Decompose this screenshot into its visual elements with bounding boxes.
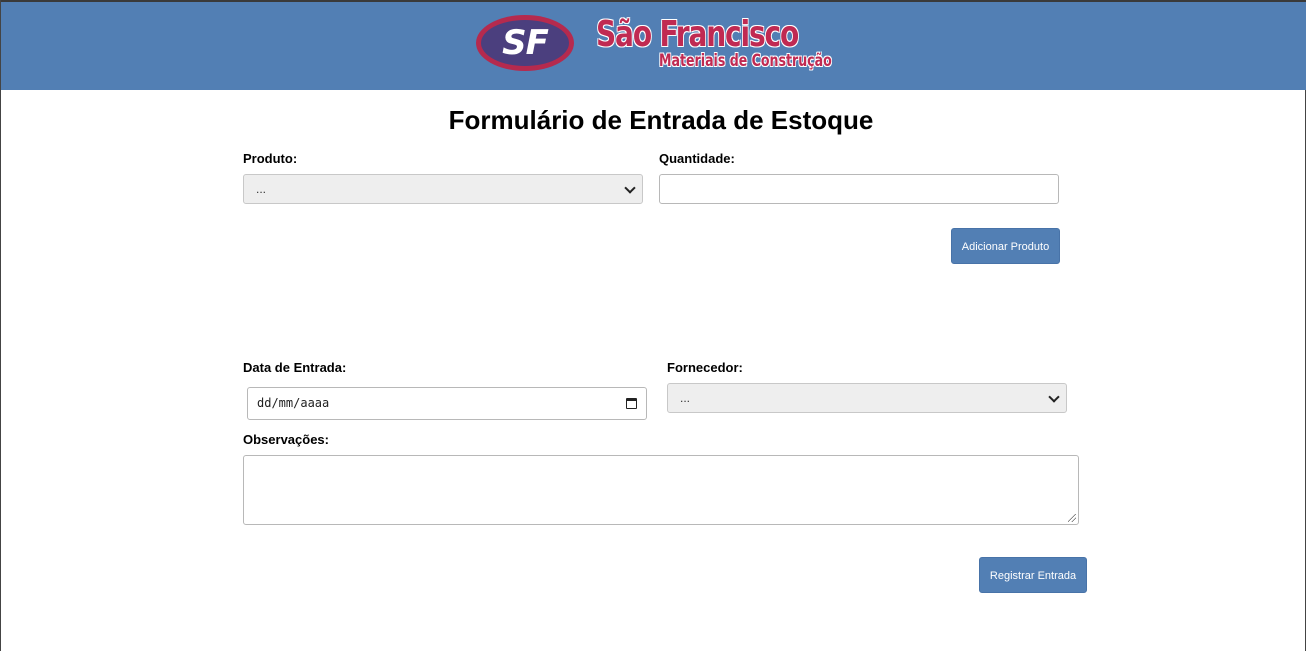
resize-grip-icon[interactable] (1068, 514, 1076, 522)
chevron-down-icon (624, 182, 636, 194)
brand-tagline: Materiais de Construção (659, 51, 832, 71)
calendar-icon[interactable] (626, 398, 637, 409)
observacoes-textarea[interactable] (243, 455, 1079, 525)
register-entry-button[interactable]: Registrar Entrada (979, 557, 1087, 593)
add-product-button[interactable]: Adicionar Produto (951, 228, 1060, 264)
data-entrada-input[interactable]: dd/mm/aaaa (247, 387, 647, 420)
site-header: SF São Francisco Materiais de Construção (1, 0, 1306, 90)
fornecedor-label: Fornecedor: (667, 360, 743, 375)
logo-monogram: SF (502, 23, 549, 63)
produto-selected-value: ... (256, 182, 267, 196)
chevron-down-icon (1048, 391, 1060, 403)
fornecedor-selected-value: ... (680, 391, 691, 405)
data-entrada-label: Data de Entrada: (243, 360, 347, 375)
observacoes-label: Observações: (243, 432, 329, 447)
produto-select[interactable]: ... (243, 174, 643, 204)
fornecedor-select[interactable]: ... (667, 383, 1067, 413)
produto-label: Produto: (243, 151, 298, 166)
brand-name: São Francisco (596, 14, 799, 55)
quantidade-label: Quantidade: (659, 151, 735, 166)
date-placeholder: dd/mm/aaaa (257, 396, 330, 410)
brand-logo: SF São Francisco Materiais de Construção (476, 14, 832, 74)
page-title: Formulário de Entrada de Estoque (448, 105, 874, 135)
quantidade-input[interactable] (659, 174, 1059, 204)
